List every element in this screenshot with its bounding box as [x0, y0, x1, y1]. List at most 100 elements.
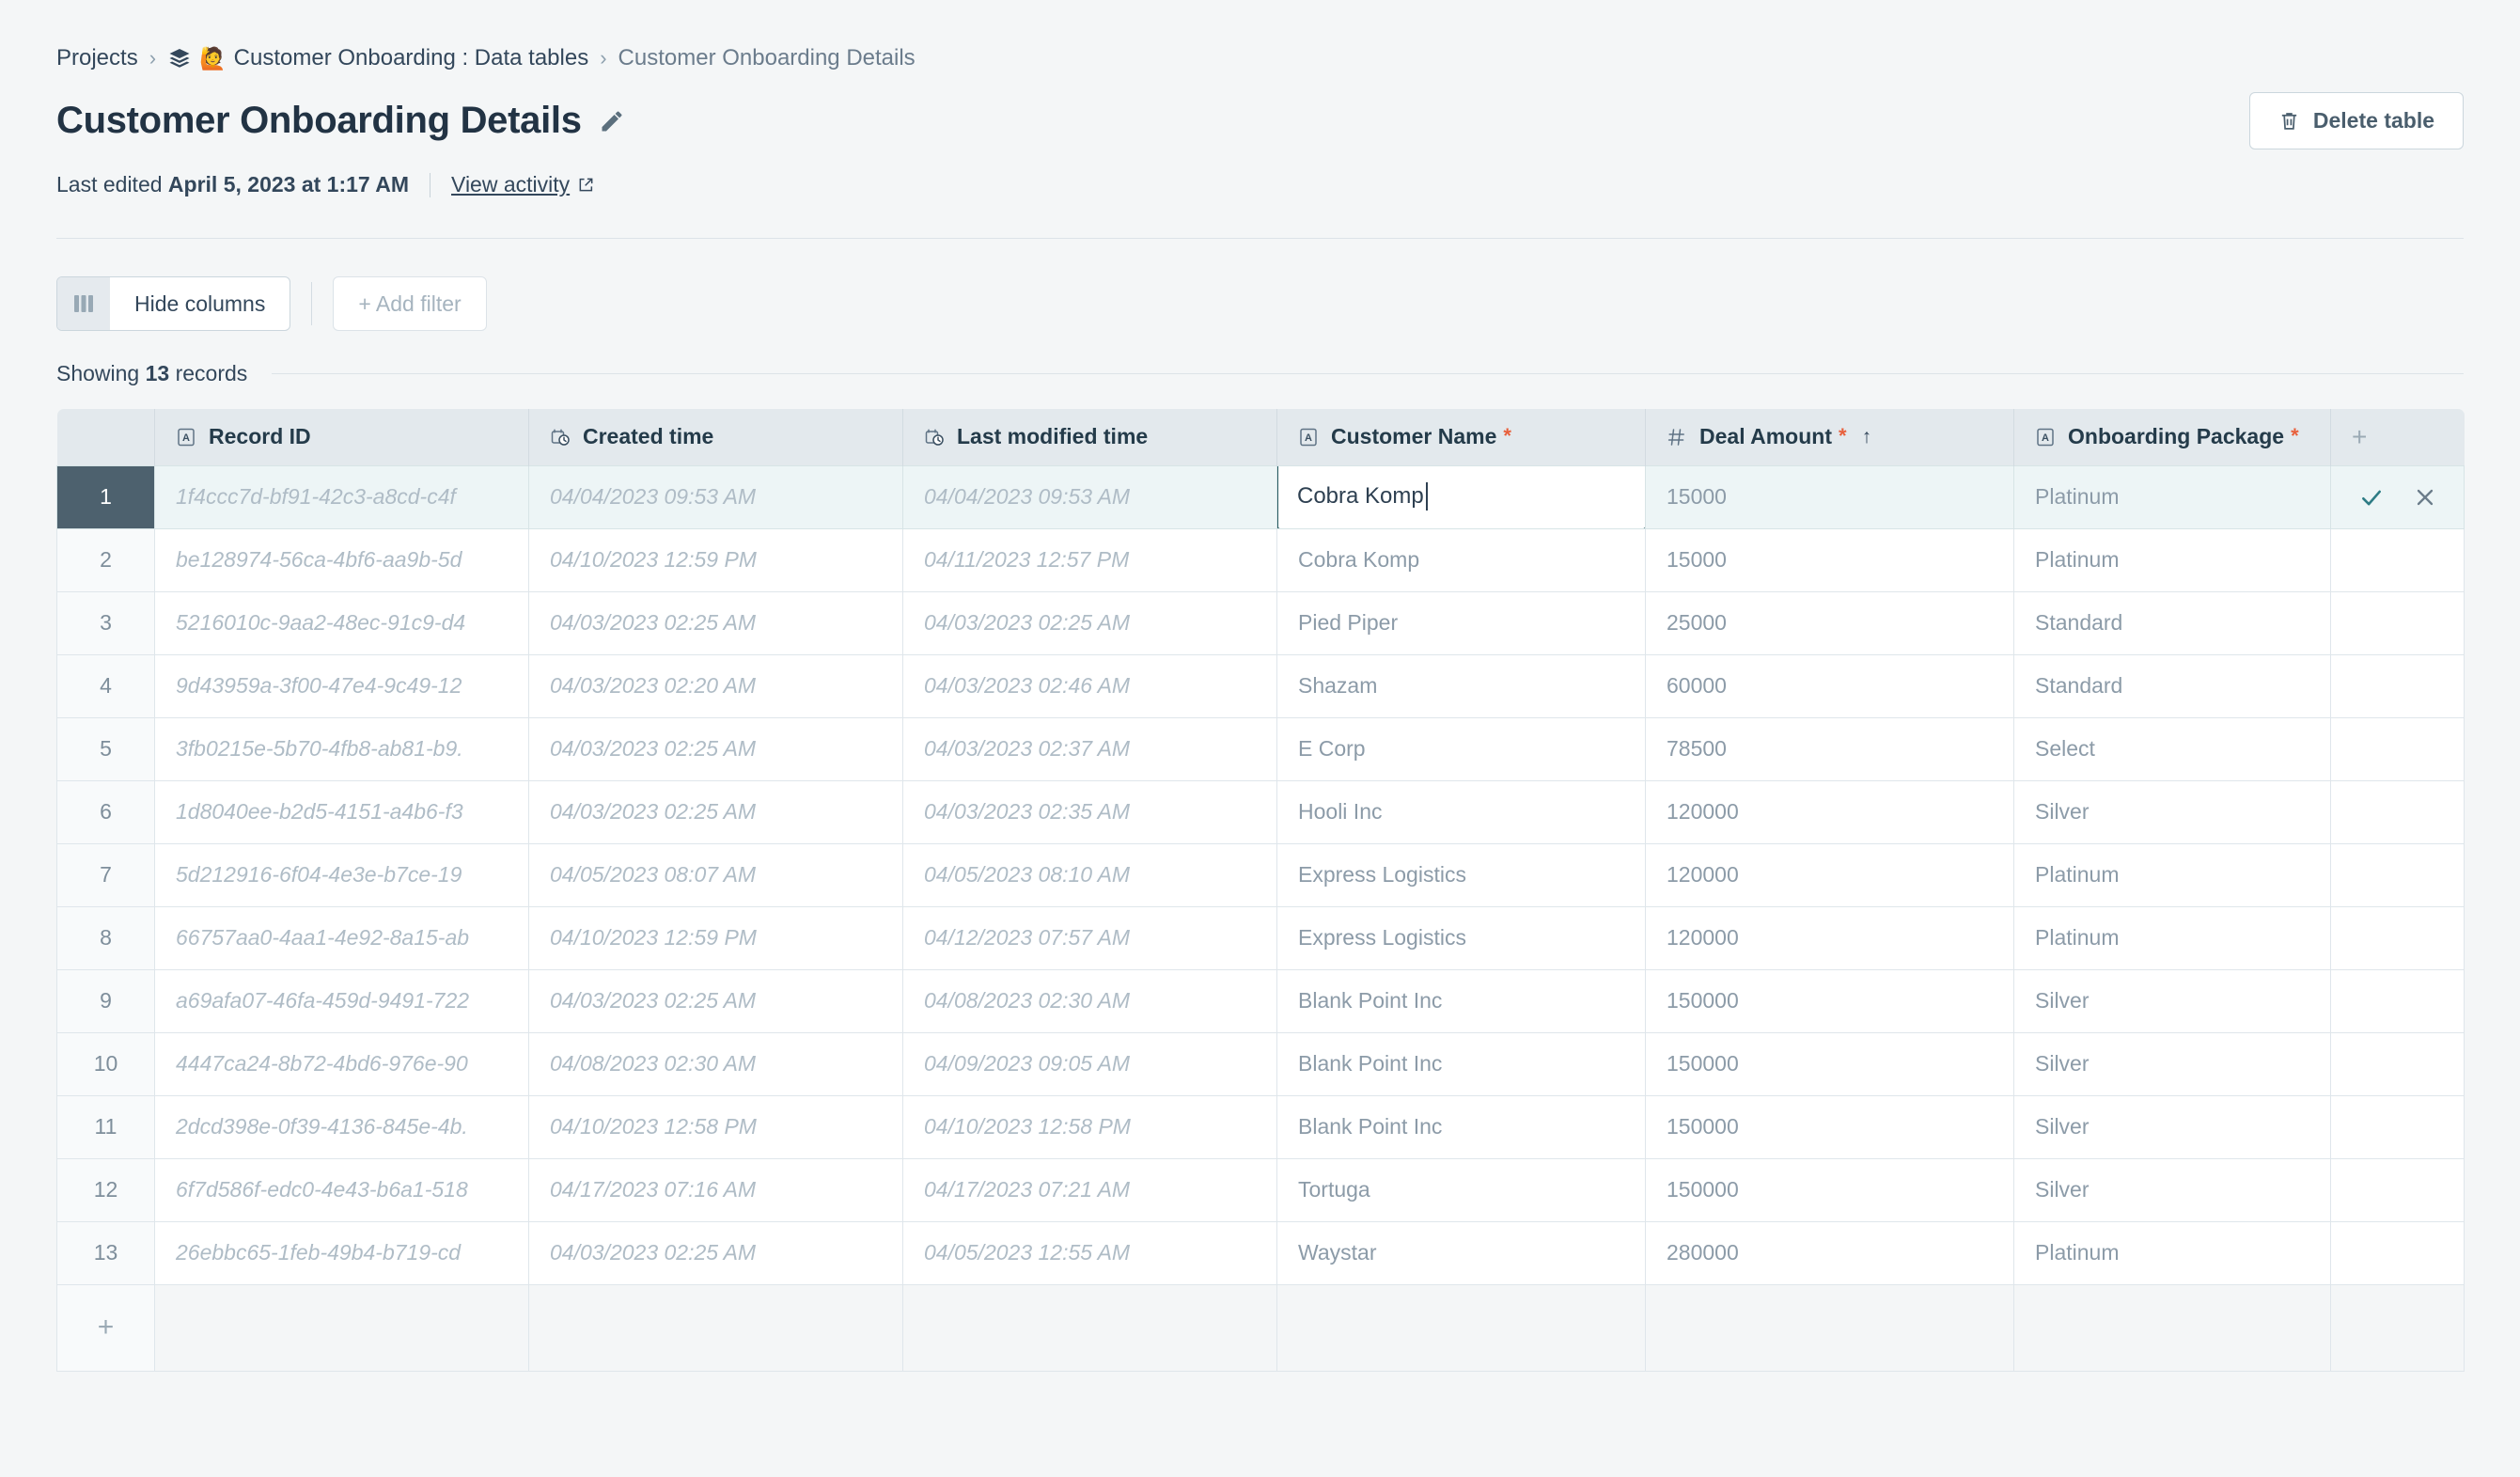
cell-deal-amount[interactable]: 150000 — [1646, 1095, 2014, 1158]
add-record-button[interactable]: + — [57, 1284, 155, 1371]
cell-deal-amount[interactable]: 150000 — [1646, 1158, 2014, 1221]
cell-created-time[interactable]: 04/03/2023 02:20 AM — [529, 654, 903, 717]
row-index[interactable]: 12 — [57, 1158, 155, 1221]
cell-last-modified-time[interactable]: 04/11/2023 12:57 PM — [903, 528, 1277, 591]
cell-onboarding-package[interactable]: Silver — [2014, 780, 2331, 843]
cell-customer-name[interactable]: Express Logistics — [1277, 906, 1646, 969]
cell-record-id[interactable]: 9d43959a-3f00-47e4-9c49-12 — [155, 654, 529, 717]
row-index[interactable]: 10 — [57, 1032, 155, 1095]
close-icon[interactable] — [2414, 486, 2436, 509]
cell-created-time[interactable]: 04/08/2023 02:30 AM — [529, 1032, 903, 1095]
cell-record-id[interactable]: 5216010c-9aa2-48ec-91c9-d4 — [155, 591, 529, 654]
cell-record-id[interactable]: 66757aa0-4aa1-4e92-8a15-ab — [155, 906, 529, 969]
cell-last-modified-time[interactable]: 04/05/2023 08:10 AM — [903, 843, 1277, 906]
cell-last-modified-time[interactable]: 04/03/2023 02:46 AM — [903, 654, 1277, 717]
row-index[interactable]: 2 — [57, 528, 155, 591]
row-index[interactable]: 6 — [57, 780, 155, 843]
cell-record-id[interactable]: 26ebbc65-1feb-49b4-b719-cd — [155, 1221, 529, 1284]
cell-created-time[interactable]: 04/04/2023 09:53 AM — [529, 465, 903, 528]
cell-onboarding-package[interactable]: Platinum — [2014, 528, 2331, 591]
check-icon[interactable] — [2359, 485, 2384, 510]
cell-customer-name[interactable]: Blank Point Inc — [1277, 1095, 1646, 1158]
row-index[interactable]: 8 — [57, 906, 155, 969]
cell-onboarding-package[interactable]: Platinum — [2014, 1221, 2331, 1284]
view-activity-link[interactable]: View activity — [451, 172, 594, 197]
cell-last-modified-time[interactable]: 04/09/2023 09:05 AM — [903, 1032, 1277, 1095]
column-header-deal-amount[interactable]: Deal Amount * ↑ — [1646, 409, 2014, 465]
pencil-icon[interactable] — [599, 108, 625, 134]
breadcrumb-workspace-label[interactable]: Customer Onboarding : Data tables — [234, 45, 589, 71]
row-index[interactable]: 13 — [57, 1221, 155, 1284]
row-index[interactable]: 7 — [57, 843, 155, 906]
cell-last-modified-time[interactable]: 04/04/2023 09:53 AM — [903, 465, 1277, 528]
cell-onboarding-package[interactable]: Platinum — [2014, 465, 2331, 528]
breadcrumb-projects[interactable]: Projects — [56, 45, 138, 71]
cell-customer-name[interactable]: Express Logistics — [1277, 843, 1646, 906]
column-header-record-id[interactable]: A Record ID — [155, 409, 529, 465]
row-index[interactable]: 3 — [57, 591, 155, 654]
sort-ascending-icon[interactable]: ↑ — [1862, 426, 1872, 448]
cell-last-modified-time[interactable]: 04/17/2023 07:21 AM — [903, 1158, 1277, 1221]
cell-record-id[interactable]: 3fb0215e-5b70-4fb8-ab81-b9. — [155, 717, 529, 780]
row-index[interactable]: 5 — [57, 717, 155, 780]
add-column-button[interactable]: + — [2331, 409, 2465, 465]
cell-customer-name[interactable]: Tortuga — [1277, 1158, 1646, 1221]
cell-onboarding-package[interactable]: Silver — [2014, 1095, 2331, 1158]
cell-deal-amount[interactable]: 25000 — [1646, 591, 2014, 654]
cell-deal-amount[interactable]: 150000 — [1646, 1032, 2014, 1095]
cell-customer-name[interactable]: Pied Piper — [1277, 591, 1646, 654]
cell-record-id[interactable]: 6f7d586f-edc0-4e43-b6a1-518 — [155, 1158, 529, 1221]
cell-created-time[interactable]: 04/10/2023 12:59 PM — [529, 528, 903, 591]
cell-onboarding-package[interactable]: Silver — [2014, 969, 2331, 1032]
cell-deal-amount[interactable]: 60000 — [1646, 654, 2014, 717]
cell-last-modified-time[interactable]: 04/05/2023 12:55 AM — [903, 1221, 1277, 1284]
cell-deal-amount[interactable]: 120000 — [1646, 780, 2014, 843]
cell-created-time[interactable]: 04/03/2023 02:25 AM — [529, 591, 903, 654]
add-filter-button[interactable]: + Add filter — [333, 276, 486, 331]
row-index[interactable]: 9 — [57, 969, 155, 1032]
cell-customer-name[interactable]: Blank Point Inc — [1277, 969, 1646, 1032]
cell-onboarding-package[interactable]: Silver — [2014, 1032, 2331, 1095]
column-header-onboarding-package[interactable]: A Onboarding Package * — [2014, 409, 2331, 465]
cell-customer-name[interactable]: Waystar — [1277, 1221, 1646, 1284]
cell-customer-name[interactable]: Shazam — [1277, 654, 1646, 717]
cell-deal-amount[interactable]: 150000 — [1646, 969, 2014, 1032]
cell-last-modified-time[interactable]: 04/03/2023 02:37 AM — [903, 717, 1277, 780]
cell-record-id[interactable]: 4447ca24-8b72-4bd6-976e-90 — [155, 1032, 529, 1095]
cell-created-time[interactable]: 04/10/2023 12:58 PM — [529, 1095, 903, 1158]
cell-record-id[interactable]: a69afa07-46fa-459d-9491-722 — [155, 969, 529, 1032]
cell-record-id[interactable]: 1d8040ee-b2d5-4151-a4b6-f3 — [155, 780, 529, 843]
cell-record-id[interactable]: 2dcd398e-0f39-4136-845e-4b. — [155, 1095, 529, 1158]
cell-last-modified-time[interactable]: 04/03/2023 02:35 AM — [903, 780, 1277, 843]
cell-customer-name-editing[interactable]: Cobra Komp — [1277, 465, 1646, 528]
cell-last-modified-time[interactable]: 04/08/2023 02:30 AM — [903, 969, 1277, 1032]
cell-record-id[interactable]: 5d212916-6f04-4e3e-b7ce-19 — [155, 843, 529, 906]
cell-created-time[interactable]: 04/03/2023 02:25 AM — [529, 969, 903, 1032]
cell-customer-name[interactable]: Cobra Komp — [1277, 528, 1646, 591]
cell-customer-name[interactable]: E Corp — [1277, 717, 1646, 780]
column-header-created-time[interactable]: Created time — [529, 409, 903, 465]
column-header-customer-name[interactable]: A Customer Name * — [1277, 409, 1646, 465]
delete-table-button[interactable]: Delete table — [2249, 92, 2464, 149]
cell-deal-amount[interactable]: 15000 — [1646, 528, 2014, 591]
cell-onboarding-package[interactable]: Silver — [2014, 1158, 2331, 1221]
cell-last-modified-time[interactable]: 04/12/2023 07:57 AM — [903, 906, 1277, 969]
cell-record-id[interactable]: be128974-56ca-4bf6-aa9b-5d — [155, 528, 529, 591]
cell-onboarding-package[interactable]: Standard — [2014, 654, 2331, 717]
add-record-row[interactable]: + — [57, 1284, 2465, 1371]
cell-deal-amount[interactable]: 78500 — [1646, 717, 2014, 780]
cell-onboarding-package[interactable]: Standard — [2014, 591, 2331, 654]
cell-onboarding-package[interactable]: Platinum — [2014, 906, 2331, 969]
cell-created-time[interactable]: 04/17/2023 07:16 AM — [529, 1158, 903, 1221]
cell-created-time[interactable]: 04/03/2023 02:25 AM — [529, 1221, 903, 1284]
cell-created-time[interactable]: 04/03/2023 02:25 AM — [529, 780, 903, 843]
cell-customer-name[interactable]: Blank Point Inc — [1277, 1032, 1646, 1095]
cell-last-modified-time[interactable]: 04/10/2023 12:58 PM — [903, 1095, 1277, 1158]
cell-last-modified-time[interactable]: 04/03/2023 02:25 AM — [903, 591, 1277, 654]
cell-onboarding-package[interactable]: Platinum — [2014, 843, 2331, 906]
column-header-last-modified-time[interactable]: Last modified time — [903, 409, 1277, 465]
breadcrumb-workspace[interactable]: 🙋 Customer Onboarding : Data tables — [167, 45, 588, 71]
cell-deal-amount[interactable]: 280000 — [1646, 1221, 2014, 1284]
cell-created-time[interactable]: 04/03/2023 02:25 AM — [529, 717, 903, 780]
row-index[interactable]: 11 — [57, 1095, 155, 1158]
